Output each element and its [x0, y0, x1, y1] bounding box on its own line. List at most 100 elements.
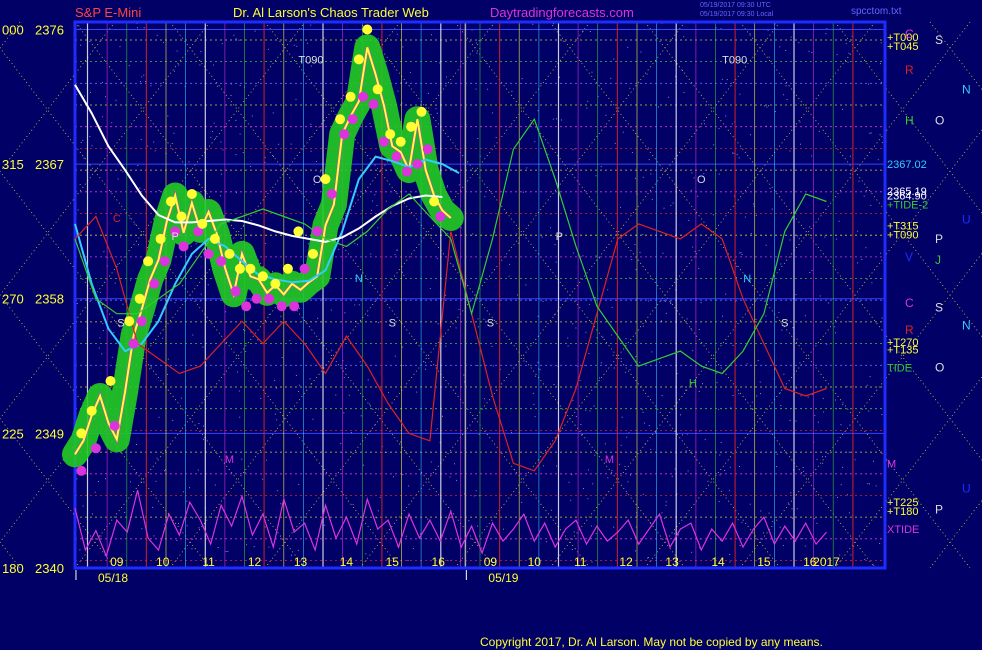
- star-dot: [670, 303, 672, 304]
- star-dot: [227, 550, 229, 552]
- star-dot: [487, 88, 489, 90]
- star-dot: [427, 92, 429, 94]
- star-dot: [473, 495, 475, 497]
- star-dot: [370, 253, 372, 255]
- star-dot: [726, 79, 728, 81]
- star-dot: [143, 189, 145, 191]
- star-dot: [172, 420, 174, 422]
- star-dot: [239, 85, 241, 86]
- yellow-marker: [76, 428, 87, 439]
- magenta-marker: [368, 99, 379, 110]
- star-dot: [416, 391, 418, 393]
- star-dot: [699, 430, 701, 432]
- star-dot: [611, 470, 613, 472]
- star-dot: [694, 251, 696, 253]
- star-dot: [795, 420, 797, 422]
- star-dot: [559, 76, 560, 78]
- star-dot: [550, 227, 551, 229]
- magenta-marker: [358, 91, 369, 102]
- plot-annotation: T090: [722, 54, 747, 66]
- star-dot: [129, 217, 131, 219]
- star-dot: [369, 403, 371, 405]
- star-dot: [639, 251, 641, 253]
- star-dot: [591, 561, 593, 563]
- star-dot: [732, 345, 734, 346]
- star-dot: [378, 408, 380, 410]
- star-dot: [662, 252, 664, 254]
- star-dot: [718, 408, 720, 410]
- star-dot: [102, 81, 104, 83]
- star-dot: [868, 83, 869, 85]
- data-file-name: spcctom.txt: [851, 6, 902, 17]
- star-dot: [407, 560, 409, 561]
- star-dot: [143, 74, 145, 76]
- star-dot: [698, 268, 700, 269]
- star-dot: [863, 195, 865, 197]
- star-dot: [447, 185, 448, 187]
- star-dot: [750, 233, 752, 235]
- yellow-marker: [362, 24, 373, 35]
- star-dot: [477, 525, 478, 527]
- star-dot: [580, 434, 582, 436]
- yellow-marker: [385, 129, 396, 140]
- star-dot: [202, 346, 204, 348]
- star-dot: [719, 454, 721, 456]
- x-tick-label: 13: [665, 555, 679, 569]
- star-dot: [264, 526, 266, 528]
- star-dot: [385, 200, 387, 202]
- star-dot: [436, 112, 438, 114]
- star-dot: [403, 274, 405, 276]
- star-dot: [76, 303, 78, 304]
- star-dot: [697, 195, 699, 197]
- star-dot: [475, 42, 477, 44]
- star-dot: [765, 244, 767, 246]
- star-dot: [869, 483, 870, 485]
- star-dot: [362, 464, 364, 466]
- star-dot: [409, 71, 411, 73]
- star-dot: [374, 194, 376, 196]
- star-dot: [188, 161, 190, 163]
- star-dot: [235, 192, 237, 194]
- star-dot: [400, 441, 402, 443]
- star-dot: [621, 416, 623, 418]
- star-dot: [789, 239, 791, 241]
- star-dot: [835, 399, 836, 401]
- star-dot: [658, 106, 659, 108]
- star-dot: [174, 70, 175, 72]
- star-dot: [789, 150, 791, 152]
- star-dot: [795, 294, 797, 296]
- right-level-label: M: [887, 458, 896, 470]
- star-dot: [534, 141, 536, 143]
- star-dot: [590, 525, 592, 527]
- yellow-marker: [335, 114, 346, 125]
- star-dot: [716, 382, 718, 384]
- star-dot: [463, 374, 465, 376]
- star-dot: [640, 51, 642, 53]
- star-dot: [89, 135, 91, 137]
- instrument-title: S&P E-Mini: [75, 5, 141, 20]
- star-dot: [189, 487, 190, 489]
- star-dot: [822, 456, 823, 458]
- star-dot: [803, 470, 805, 472]
- star-dot: [280, 315, 282, 317]
- star-dot: [262, 478, 264, 480]
- star-dot: [90, 91, 91, 93]
- star-dot: [625, 338, 627, 340]
- star-dot: [594, 297, 596, 298]
- yellow-marker: [429, 196, 440, 207]
- star-dot: [789, 419, 791, 421]
- star-dot: [800, 395, 802, 397]
- star-dot: [847, 494, 848, 496]
- yellow-marker: [320, 174, 331, 185]
- star-dot: [477, 326, 479, 328]
- star-dot: [683, 36, 685, 38]
- star-dot: [809, 226, 811, 228]
- star-dot: [235, 154, 237, 156]
- star-dot: [644, 422, 645, 424]
- star-dot: [716, 372, 718, 374]
- star-dot: [561, 119, 562, 121]
- star-dot: [546, 541, 548, 543]
- star-dot: [100, 291, 102, 293]
- star-dot: [115, 99, 117, 101]
- star-dot: [191, 548, 193, 550]
